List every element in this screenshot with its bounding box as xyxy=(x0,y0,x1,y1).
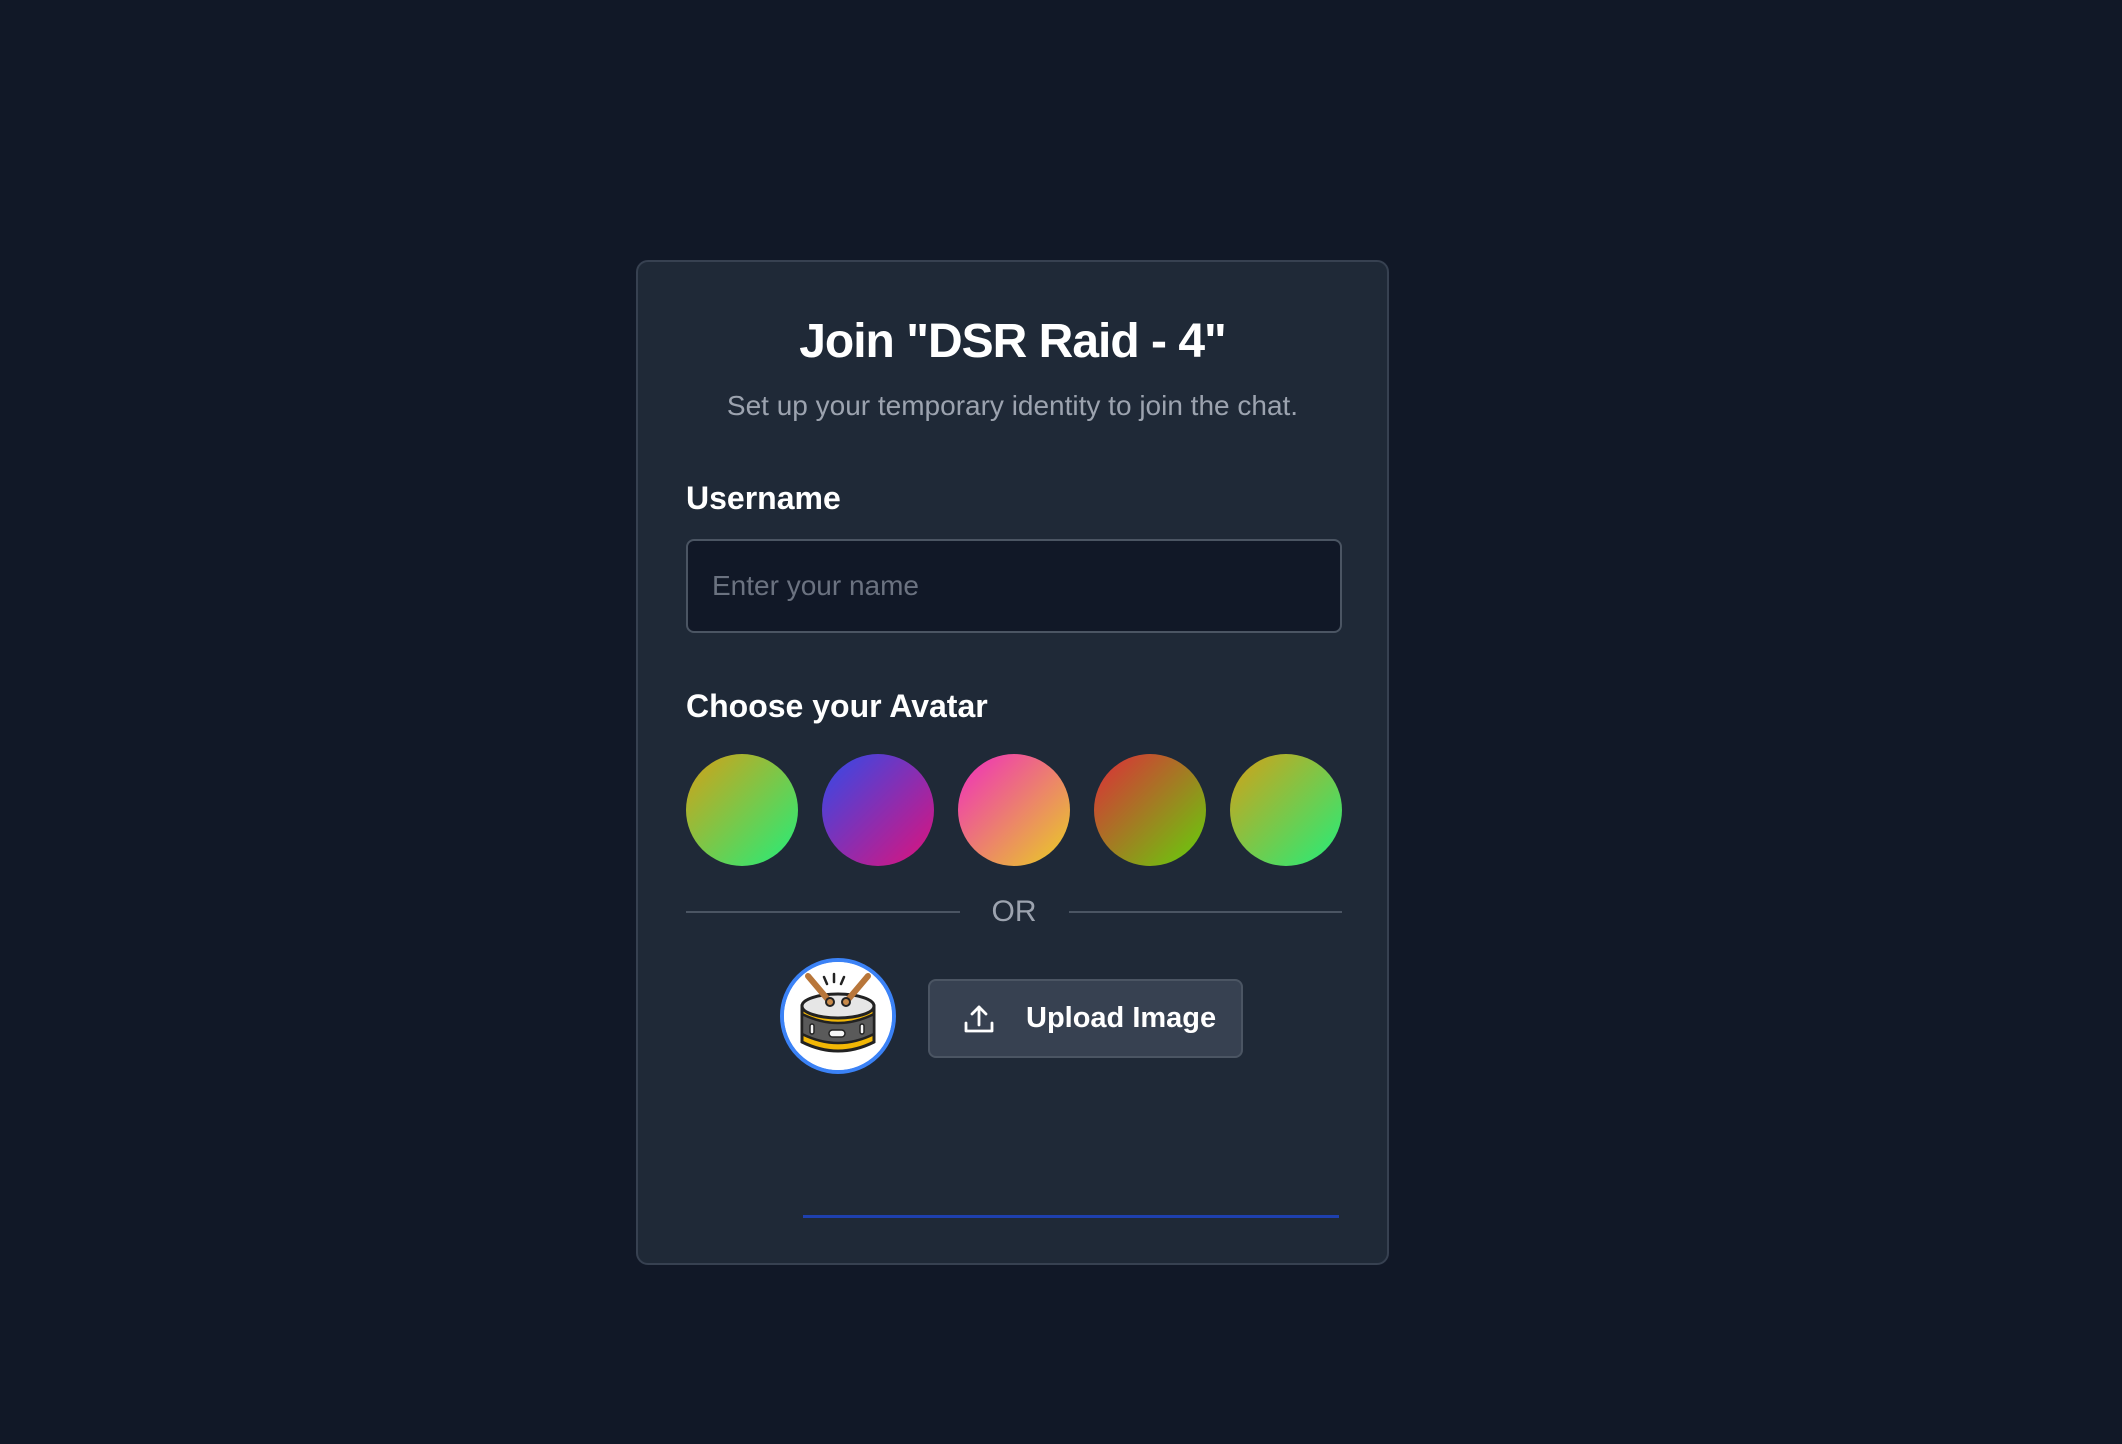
upload-image-button[interactable]: Upload Image xyxy=(928,979,1243,1058)
or-divider: OR xyxy=(686,892,1342,932)
drum-icon xyxy=(784,962,892,1070)
avatar-options xyxy=(686,754,1342,866)
avatar-option-5[interactable] xyxy=(1230,754,1342,866)
dialog-subtitle: Set up your temporary identity to join t… xyxy=(726,390,1299,421)
progress-indicator xyxy=(803,1215,1339,1218)
avatar-option-4[interactable] xyxy=(1094,754,1206,866)
username-label: Username xyxy=(686,480,841,516)
dialog-title: Join "DSR Raid - 4" xyxy=(799,315,1227,368)
divider-line-right xyxy=(1068,911,1342,913)
username-input[interactable] xyxy=(686,539,1342,633)
join-dialog: Join "DSR Raid - 4" Set up your temporar… xyxy=(636,260,1389,1265)
selected-avatar-preview xyxy=(780,958,896,1074)
avatar-option-2[interactable] xyxy=(822,754,934,866)
upload-button-label: Upload Image xyxy=(1026,1002,1217,1034)
divider-line-left xyxy=(686,911,960,913)
avatar-option-1[interactable] xyxy=(686,754,798,866)
avatar-label: Choose your Avatar xyxy=(686,688,988,724)
upload-icon xyxy=(964,1005,994,1032)
or-text: OR xyxy=(991,895,1037,928)
avatar-option-3[interactable] xyxy=(958,754,1070,866)
